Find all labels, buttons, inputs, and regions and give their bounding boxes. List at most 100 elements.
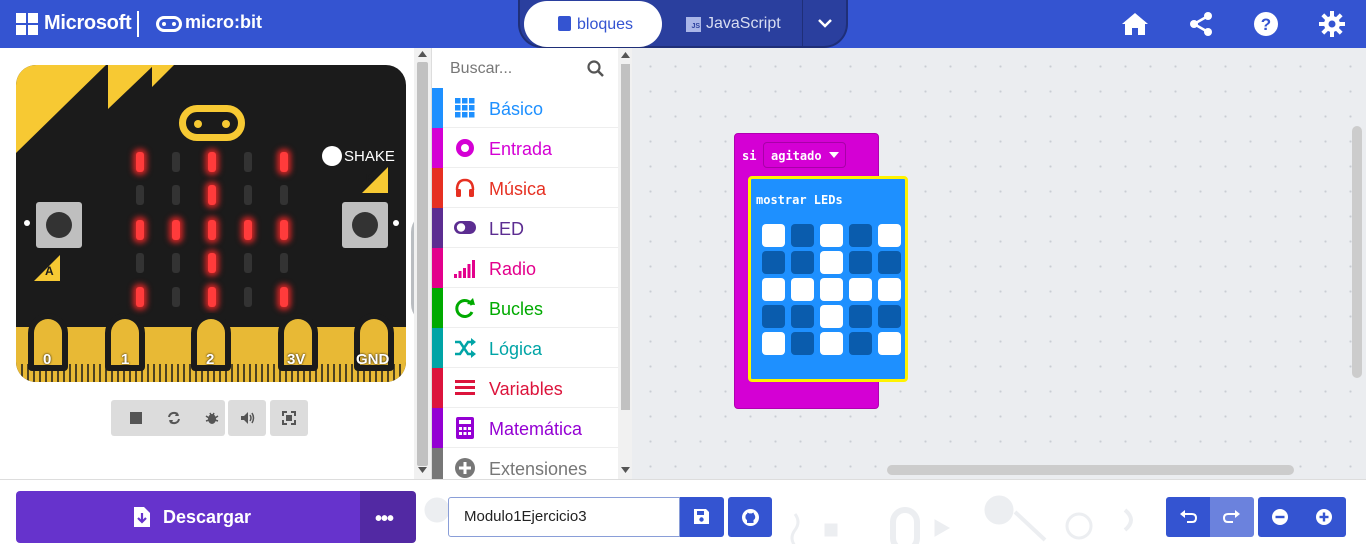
category-matematica[interactable]: Matemática — [432, 408, 618, 448]
workspace-vertical-scrollbar[interactable] — [1352, 126, 1362, 378]
category-label: Bucles — [489, 299, 544, 319]
simulator-scrollbar[interactable] — [414, 48, 431, 479]
tab-javascript[interactable]: JS JavaScript — [664, 1, 802, 47]
more-options-button[interactable]: ••• — [360, 491, 416, 543]
led-toggle-r0-c0[interactable] — [762, 224, 785, 247]
led-toggle-r1-c0[interactable] — [762, 251, 785, 274]
led-toggle-r0-c4[interactable] — [878, 224, 901, 247]
category-radio[interactable]: Radio — [432, 248, 618, 288]
category-musica[interactable]: Música — [432, 168, 618, 208]
fullscreen-button[interactable] — [270, 400, 308, 436]
category-variables[interactable]: Variables — [432, 368, 618, 408]
gesture-dropdown[interactable]: agitado — [763, 142, 846, 168]
debug-button[interactable] — [193, 400, 223, 436]
save-icon — [694, 509, 709, 524]
shake-label: SHAKE — [344, 148, 395, 165]
redo-button[interactable] — [1210, 497, 1254, 537]
signal-bars-icon — [454, 257, 476, 279]
home-button[interactable] — [1118, 8, 1152, 40]
share-button[interactable] — [1185, 8, 1219, 40]
category-logica[interactable]: Lógica — [432, 328, 618, 368]
tab-blocks[interactable]: bloques — [524, 1, 662, 47]
button-b[interactable] — [342, 202, 388, 248]
github-button[interactable] — [728, 497, 772, 537]
led-toggle-r3-c3[interactable] — [849, 305, 872, 328]
settings-button[interactable] — [1316, 8, 1350, 40]
led-toggle-r2-c3[interactable] — [849, 278, 872, 301]
settings-icon — [1319, 11, 1345, 37]
microbit-board[interactable]: SHAKE B A 0 1 2 3V GND — [16, 65, 406, 382]
scrollbar-thumb[interactable] — [417, 62, 428, 466]
zoom-out-button[interactable] — [1258, 497, 1302, 537]
led-toggle-r2-c4[interactable] — [878, 278, 901, 301]
restart-button[interactable] — [155, 400, 191, 436]
download-button[interactable]: Descargar — [16, 491, 360, 543]
shake-button[interactable] — [322, 146, 342, 166]
category-bucles[interactable]: Bucles — [432, 288, 618, 328]
led-toggle-r4-c2[interactable] — [820, 332, 843, 355]
led-toggle-r3-c0[interactable] — [762, 305, 785, 328]
scrollbar-thumb[interactable] — [621, 64, 630, 410]
led-toggle-r3-c4[interactable] — [878, 305, 901, 328]
led-r4-c3 — [244, 287, 252, 307]
category-entrada[interactable]: Entrada — [432, 128, 618, 168]
category-basico[interactable]: Básico — [432, 88, 618, 128]
led-toggle-r0-c3[interactable] — [849, 224, 872, 247]
led-toggle-r1-c1[interactable] — [791, 251, 814, 274]
microsoft-brand[interactable]: Microsoft — [44, 12, 132, 35]
category-color-bar — [432, 248, 443, 288]
led-toggle-r2-c0[interactable] — [762, 278, 785, 301]
headphones-icon — [454, 177, 476, 199]
microsoft-logo-icon — [16, 13, 38, 35]
pin-label: 2 — [206, 351, 215, 368]
mute-button[interactable] — [228, 400, 266, 436]
sound-icon — [241, 412, 255, 424]
caret-down-icon — [829, 152, 839, 158]
puzzle-icon — [558, 16, 571, 31]
led-toggle-r3-c2[interactable] — [820, 305, 843, 328]
button-a[interactable] — [36, 202, 82, 248]
led-r0-c0 — [136, 152, 144, 172]
category-label: Entrada — [489, 139, 553, 159]
led-r1-c2 — [208, 185, 216, 205]
loop-icon — [454, 297, 476, 319]
scroll-down-icon — [418, 467, 427, 473]
led-r0-c1 — [172, 152, 180, 172]
led-toggle-r1-c3[interactable] — [849, 251, 872, 274]
pin-label: 0 — [43, 351, 52, 368]
led-toggle-r0-c2[interactable] — [820, 224, 843, 247]
led-toggle-r2-c2[interactable] — [820, 278, 843, 301]
stop-button[interactable] — [117, 400, 153, 436]
led-toggle-r4-c3[interactable] — [849, 332, 872, 355]
mount-hole — [393, 220, 399, 226]
search-input[interactable]: Buscar... — [450, 60, 512, 78]
led-toggle-r0-c1[interactable] — [791, 224, 814, 247]
microbit-brand[interactable]: micro:bit — [185, 12, 262, 33]
led-toggle-r1-c4[interactable] — [878, 251, 901, 274]
led-toggle-r1-c2[interactable] — [820, 251, 843, 274]
led-toggle-r4-c0[interactable] — [762, 332, 785, 355]
led-r2-c0 — [136, 220, 144, 240]
target-icon — [454, 137, 476, 159]
toolbox-search[interactable]: Buscar... — [432, 48, 618, 88]
pin-label: 1 — [121, 351, 130, 368]
toolbox-scrollbar[interactable] — [618, 48, 633, 479]
language-dropdown-button[interactable] — [802, 0, 846, 46]
led-r2-c1 — [172, 220, 180, 240]
led-toggle-r4-c4[interactable] — [878, 332, 901, 355]
category-label: Radio — [489, 259, 537, 279]
toggle-icon — [454, 217, 476, 239]
led-toggle-r4-c1[interactable] — [791, 332, 814, 355]
undo-button[interactable] — [1166, 497, 1210, 537]
led-toggle-r2-c1[interactable] — [791, 278, 814, 301]
zoom-in-button[interactable] — [1302, 497, 1346, 537]
save-button[interactable] — [680, 497, 724, 537]
category-color-bar — [432, 288, 443, 328]
project-name-input[interactable]: Modulo1Ejercicio3 — [448, 497, 680, 537]
category-color-bar — [432, 88, 443, 128]
led-r2-c3 — [244, 220, 252, 240]
workspace-horizontal-scrollbar[interactable] — [887, 465, 1294, 475]
led-toggle-r3-c1[interactable] — [791, 305, 814, 328]
category-led[interactable]: LED — [432, 208, 618, 248]
help-button[interactable]: ? — [1250, 8, 1284, 40]
